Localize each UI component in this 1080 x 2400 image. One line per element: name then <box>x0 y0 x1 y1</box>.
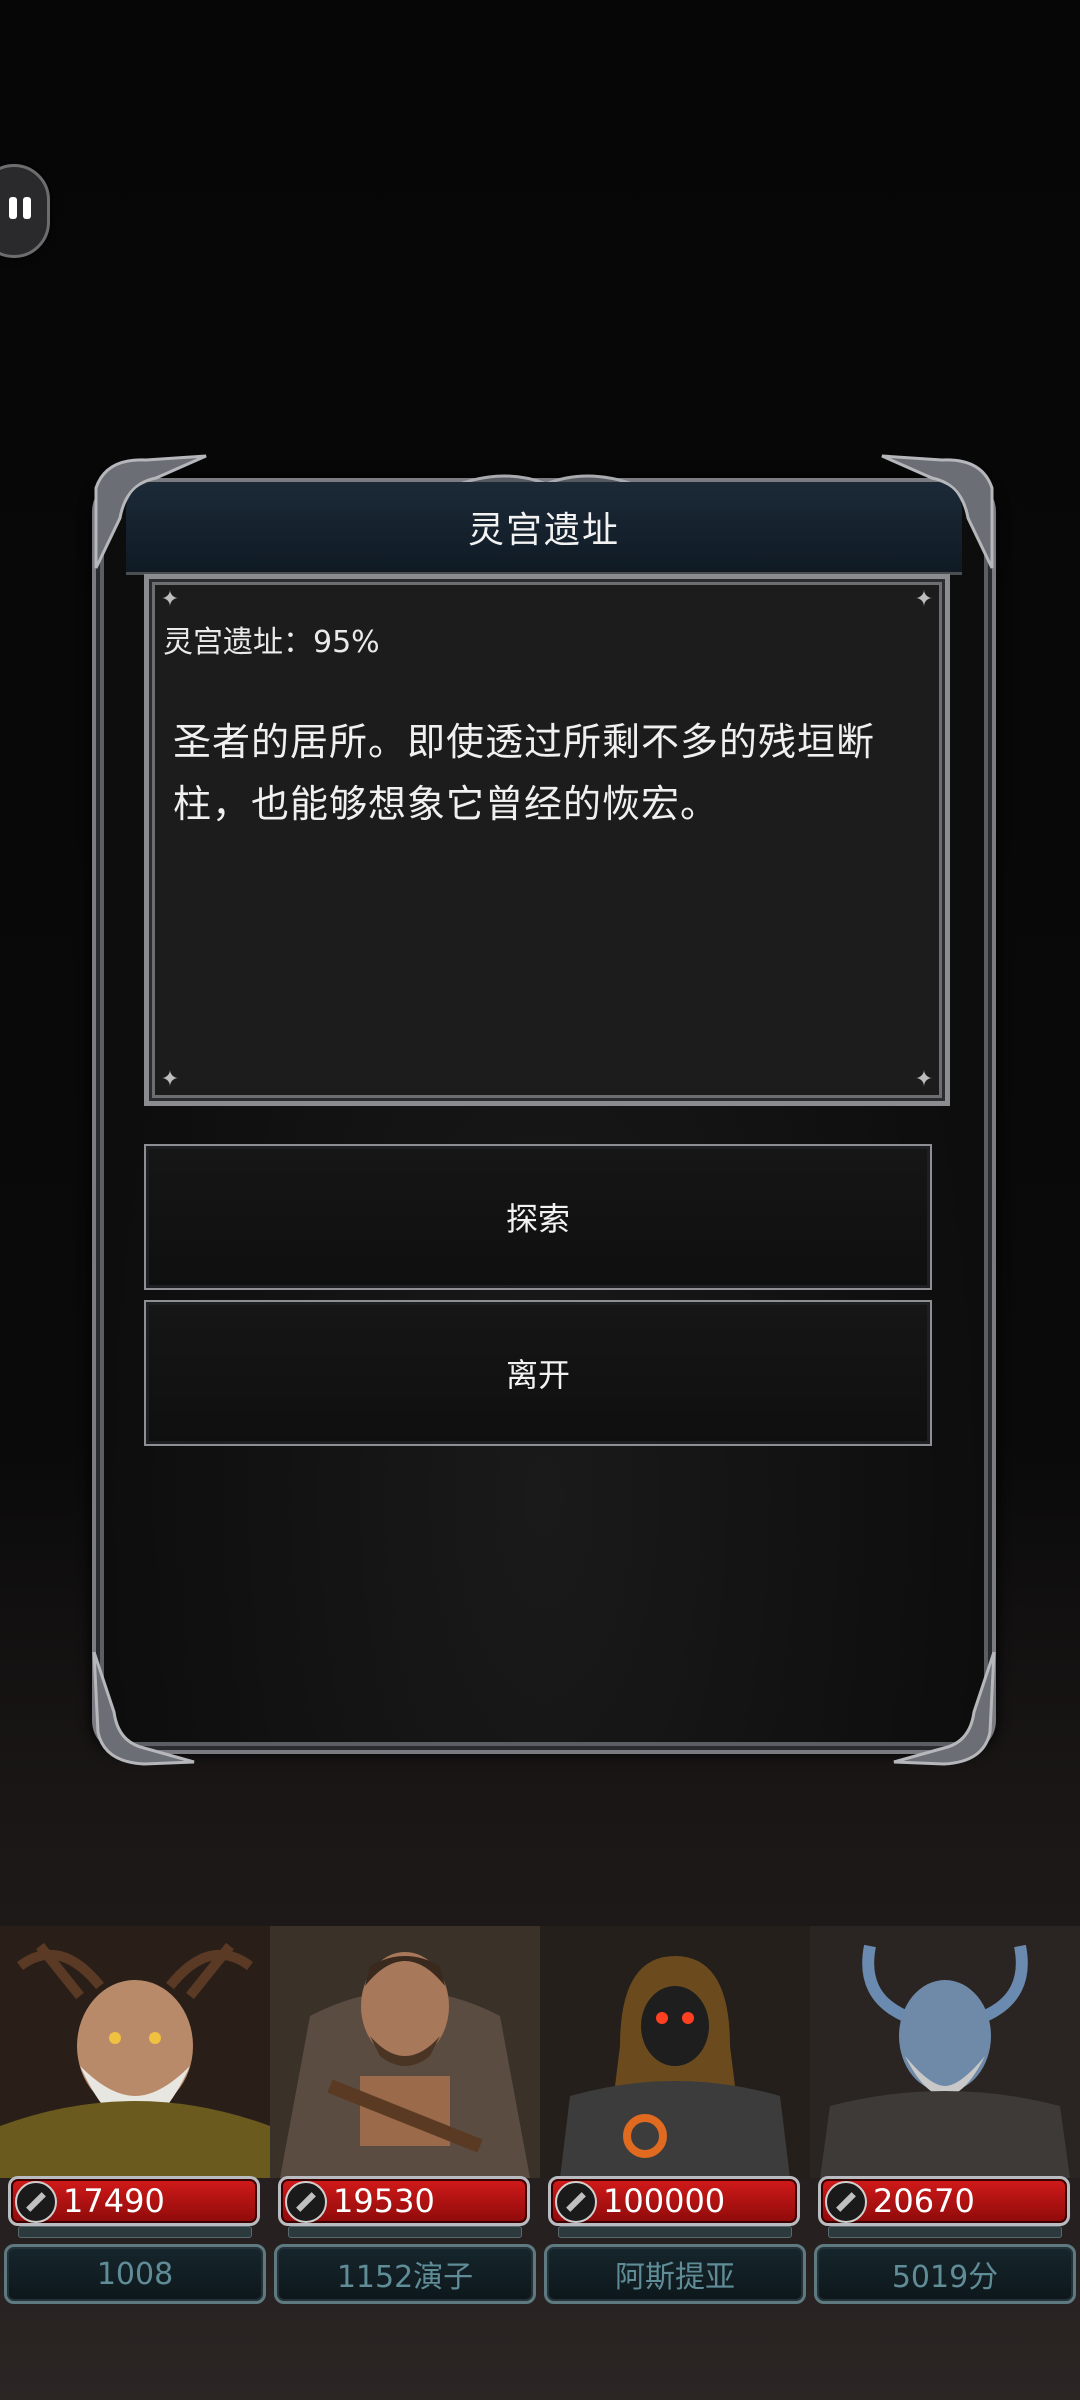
sword-icon <box>285 2181 327 2223</box>
energy-bar <box>558 2226 792 2238</box>
party-member-card[interactable]: 20670 5019分 <box>810 1926 1080 2316</box>
sword-icon <box>825 2181 867 2223</box>
party-member-card[interactable]: 17490 1008 <box>0 1926 270 2316</box>
party-member-card[interactable]: 100000 阿斯提亚 <box>540 1926 810 2316</box>
pause-icon-bar <box>23 197 31 219</box>
explore-button[interactable]: 探索 <box>144 1144 932 1290</box>
druid-portrait-icon <box>0 1926 270 2178</box>
hp-value: 19530 <box>333 2182 435 2220</box>
dialog-title: 灵宫遗址 <box>467 510 620 551</box>
leave-button[interactable]: 离开 <box>144 1300 932 1446</box>
pause-icon <box>9 197 17 219</box>
energy-bar <box>18 2226 252 2238</box>
member-name: 1008 <box>4 2244 266 2304</box>
corner-sparkle-icon: ✦ <box>914 1067 934 1092</box>
corner-sparkle-icon: ✦ <box>160 587 180 612</box>
energy-bar <box>288 2226 522 2238</box>
corner-sparkle-icon: ✦ <box>914 587 934 612</box>
hp-bar: 100000 <box>548 2176 800 2226</box>
frame-ornament-icon <box>893 1652 996 1766</box>
hp-value: 100000 <box>603 2182 726 2220</box>
member-name: 5019分 <box>814 2244 1076 2304</box>
floating-menu-tab[interactable] <box>0 164 50 258</box>
barbarian-portrait-icon <box>270 1926 540 2178</box>
frost-warrior-portrait-icon <box>810 1926 1080 2178</box>
member-name: 1152演子 <box>274 2244 536 2304</box>
hp-value: 20670 <box>873 2182 975 2220</box>
dialog-title-bar: 灵宫遗址 <box>126 482 962 575</box>
location-description: 圣者的居所。即使透过所剩不多的残垣断柱，也能够想象它曾经的恢宏。 <box>173 720 876 826</box>
party-roster: 17490 1008 19530 1152演子 100000 阿斯提亚 2067… <box>0 1926 1080 2316</box>
hp-bar: 17490 <box>8 2176 260 2226</box>
energy-bar <box>828 2226 1062 2238</box>
member-name: 阿斯提亚 <box>544 2244 806 2304</box>
hp-bar: 19530 <box>278 2176 530 2226</box>
corner-sparkle-icon: ✦ <box>160 1067 180 1092</box>
location-info-panel: ✦ ✦ ✦ ✦ 灵宫遗址：95% 圣者的居所。即使透过所剩不多的残垣断柱，也能够… <box>144 574 950 1106</box>
hp-value: 17490 <box>63 2182 165 2220</box>
mechanic-portrait-icon <box>540 1926 810 2178</box>
exploration-progress: 灵宫遗址：95% <box>163 625 380 660</box>
party-member-card[interactable]: 19530 1152演子 <box>270 1926 540 2316</box>
sword-icon <box>15 2181 57 2223</box>
frame-ornament-icon <box>92 1652 195 1766</box>
sword-icon <box>555 2181 597 2223</box>
hp-bar: 20670 <box>818 2176 1070 2226</box>
location-dialog: 灵宫遗址 ✦ ✦ ✦ ✦ 灵宫遗址：95% 圣者的居所。即使透过所剩不多的残垣断… <box>92 454 996 1766</box>
